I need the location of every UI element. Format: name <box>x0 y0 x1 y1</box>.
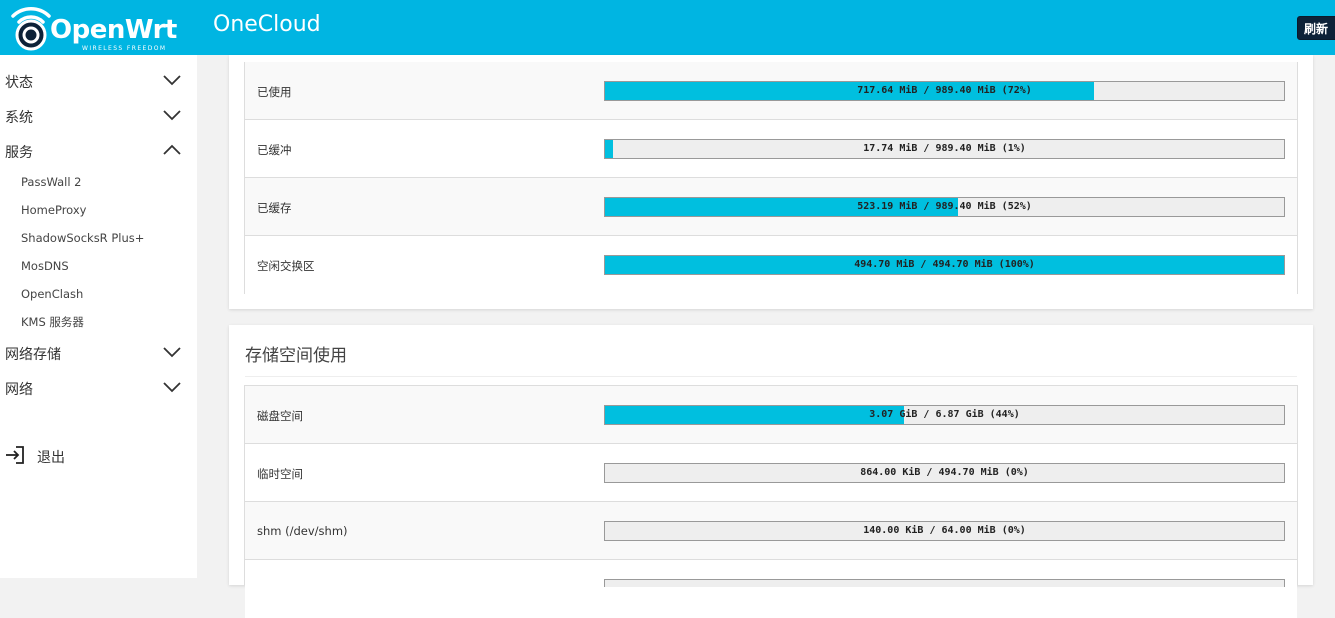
logout-label: 退出 <box>37 450 65 466</box>
progress-text: 717.64 MiB / 989.40 MiB (72%) <box>857 85 1032 96</box>
progress-bar: 717.64 MiB / 989.40 MiB (72%) <box>604 81 1285 101</box>
progress-bar: 494.70 MiB / 494.70 MiB (100%) <box>604 255 1285 275</box>
progress-bar: 864.00 KiB / 494.70 MiB (0%) <box>604 463 1285 483</box>
row-label: 磁盘空间 <box>257 409 303 423</box>
sidebar-subitem-label: OpenClash <box>21 287 84 301</box>
chevron-down-icon <box>163 382 181 393</box>
row-label: 空闲交换区 <box>257 259 315 273</box>
logo-text: OpenWrt <box>50 15 177 45</box>
table-row: 空闲交换区 494.70 MiB / 494.70 MiB (100%) <box>245 236 1297 294</box>
logo-tagline: WIRELESS FREEDOM <box>82 45 167 52</box>
sidebar-subitem-label: KMS 服务器 <box>21 315 84 329</box>
sidebar-item-nas[interactable]: 网络存储 <box>0 335 197 370</box>
progress-bar: 17.74 MiB / 989.40 MiB (1%) <box>604 139 1285 159</box>
sidebar-item-label: 网络存储 <box>5 347 61 363</box>
sidebar-subitem-homeproxy[interactable]: HomeProxy <box>0 196 197 224</box>
sidebar-subitem-label: HomeProxy <box>21 203 87 217</box>
logout-link[interactable]: 退出 <box>0 442 197 472</box>
progress-text: 523.19 MiB / 989.40 MiB (52%) <box>857 201 1032 212</box>
sidebar-item-system[interactable]: 系统 <box>0 98 197 133</box>
progress-text: 140.00 KiB / 64.00 MiB (0%) <box>863 525 1026 536</box>
sidebar-item-status[interactable]: 状态 <box>0 63 197 98</box>
sidebar-item-label: 系统 <box>5 110 33 126</box>
refresh-button[interactable]: 刷新 <box>1297 16 1335 40</box>
progress-bar: 140.00 KiB / 64.00 MiB (0%) <box>604 521 1285 541</box>
row-label: 已使用 <box>257 85 292 99</box>
progress-bar: 523.19 MiB / 989.40 MiB (52%) <box>604 197 1285 217</box>
memory-card: 已使用 717.64 MiB / 989.40 MiB (72%) 已缓冲 17… <box>229 55 1313 309</box>
header-bar: OpenWrt WIRELESS FREEDOM OneCloud 刷新 <box>0 0 1335 55</box>
table-row: 已缓存 523.19 MiB / 989.40 MiB (52%) <box>245 178 1297 236</box>
chevron-down-icon <box>163 110 181 121</box>
sidebar-subitem-label: MosDNS <box>21 259 69 273</box>
table-row: 已缓冲 17.74 MiB / 989.40 MiB (1%) <box>245 120 1297 178</box>
table-row-partial <box>245 560 1297 618</box>
table-row: 磁盘空间 3.07 GiB / 6.87 GiB (44%) <box>245 386 1297 444</box>
openwrt-logo[interactable]: OpenWrt WIRELESS FREEDOM <box>10 2 177 54</box>
chevron-up-icon <box>163 144 181 155</box>
memory-table: 已使用 717.64 MiB / 989.40 MiB (72%) 已缓冲 17… <box>244 62 1298 294</box>
sidebar-item-label: 服务 <box>5 145 33 161</box>
table-row: shm (/dev/shm) 140.00 KiB / 64.00 MiB (0… <box>245 502 1297 560</box>
row-label: 已缓存 <box>257 201 292 215</box>
storage-card: 存储空间使用 磁盘空间 3.07 GiB / 6.87 GiB (44%) 临时… <box>229 325 1313 618</box>
progress-text: 864.00 KiB / 494.70 MiB (0%) <box>860 467 1029 478</box>
sidebar-subitem-label: ShadowSocksR Plus+ <box>21 231 145 245</box>
sidebar: 状态 系统 服务 PassWall 2 HomeProxy ShadowSock… <box>0 55 197 578</box>
progress-text: 494.70 MiB / 494.70 MiB (100%) <box>854 259 1035 270</box>
table-row: 已使用 717.64 MiB / 989.40 MiB (72%) <box>245 62 1297 120</box>
progress-bar <box>604 579 1285 587</box>
table-row: 临时空间 864.00 KiB / 494.70 MiB (0%) <box>245 444 1297 502</box>
sidebar-subitem-passwall2[interactable]: PassWall 2 <box>0 168 197 196</box>
row-label: 已缓冲 <box>257 143 292 157</box>
divider <box>245 376 1297 377</box>
sidebar-subitem-openclash[interactable]: OpenClash <box>0 280 197 308</box>
sidebar-item-services[interactable]: 服务 <box>0 133 197 168</box>
storage-table: 磁盘空间 3.07 GiB / 6.87 GiB (44%) 临时空间 864.… <box>244 385 1298 618</box>
row-label: 临时空间 <box>257 467 303 481</box>
sidebar-item-network[interactable]: 网络 <box>0 370 197 405</box>
progress-bar: 3.07 GiB / 6.87 GiB (44%) <box>604 405 1285 425</box>
row-label: shm (/dev/shm) <box>257 524 348 538</box>
chevron-down-icon <box>163 75 181 86</box>
sidebar-subitem-label: PassWall 2 <box>21 175 82 189</box>
chevron-down-icon <box>163 347 181 358</box>
sidebar-item-label: 网络 <box>5 382 33 398</box>
progress-text: 17.74 MiB / 989.40 MiB (1%) <box>863 143 1026 154</box>
progress-text: 3.07 GiB / 6.87 GiB (44%) <box>869 409 1020 420</box>
logout-icon <box>6 446 24 464</box>
sidebar-subitem-kms-server[interactable]: KMS 服务器 <box>0 307 197 335</box>
hostname-title[interactable]: OneCloud <box>213 12 321 37</box>
sidebar-subitem-ssr-plus[interactable]: ShadowSocksR Plus+ <box>0 224 197 252</box>
sidebar-item-label: 状态 <box>5 75 33 91</box>
openwrt-wifi-logo-icon <box>11 7 51 51</box>
section-title: 存储空间使用 <box>245 346 347 366</box>
sidebar-subitem-mosdns[interactable]: MosDNS <box>0 252 197 280</box>
